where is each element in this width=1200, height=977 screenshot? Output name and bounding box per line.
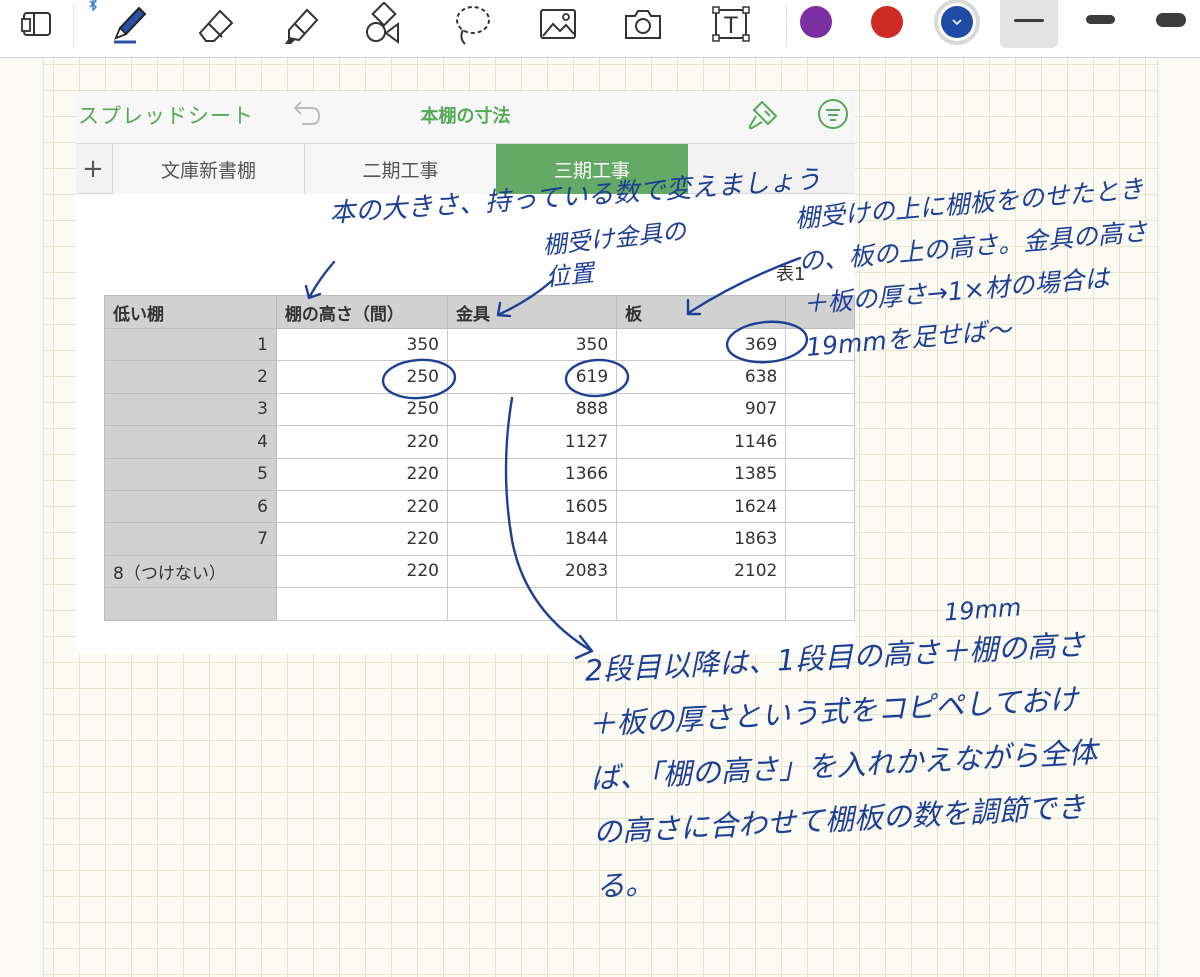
- thickness-thick[interactable]: [1156, 13, 1186, 27]
- row-header-cell[interactable]: 3: [104, 392, 277, 427]
- row-header-cell[interactable]: 5: [104, 457, 277, 491]
- table-cell[interactable]: 1146: [616, 425, 787, 459]
- column-header[interactable]: 低い棚: [104, 295, 277, 329]
- note-formula: 2段目以降は、1段目の高さ＋棚の高さ＋板の厚さという式をコピペしておけば、「棚の…: [583, 627, 1099, 904]
- table-row: 8（つけない） 220 2083 2102: [104, 554, 855, 589]
- table-row: 5 220 1366 1385: [104, 457, 855, 491]
- tab-nikikouji[interactable]: 二期工事: [304, 144, 496, 194]
- table-cell[interactable]: 1605: [446, 489, 618, 524]
- table-header-row: 低い棚 棚の高さ（間） 金具 板: [104, 295, 855, 329]
- table-cell[interactable]: [785, 554, 855, 589]
- row-header-cell[interactable]: 8（つけない）: [104, 554, 277, 589]
- spreadsheet-navbar: スプレッドシート 本棚の寸法: [76, 92, 855, 144]
- spreadsheet-screenshot[interactable]: スプレッドシート 本棚の寸法 + 文庫新書棚 二期工事 三期工事 表1 低い棚 …: [76, 92, 855, 654]
- color-swatch-blue[interactable]: [941, 6, 973, 38]
- row-header-cell[interactable]: 2: [104, 360, 277, 394]
- column-header[interactable]: 板: [616, 295, 787, 329]
- color-swatch-purple[interactable]: [800, 6, 832, 38]
- thickness-thin[interactable]: [1014, 19, 1044, 22]
- table-cell[interactable]: 220: [275, 457, 448, 491]
- table-cell[interactable]: 1624: [616, 489, 787, 524]
- highlighter-icon[interactable]: [275, 0, 325, 48]
- notebook-icon[interactable]: [14, 0, 60, 48]
- text-tool-icon[interactable]: T: [706, 0, 756, 48]
- column-header[interactable]: 金具: [446, 295, 618, 329]
- table-cell[interactable]: 2083: [446, 554, 618, 589]
- menu-icon[interactable]: [816, 97, 850, 135]
- table-row: 2 250 619 638: [104, 360, 855, 394]
- table-cell[interactable]: [446, 587, 618, 621]
- shapes-icon[interactable]: [360, 0, 410, 48]
- table-row: [104, 587, 855, 621]
- pen-icon[interactable]: [104, 0, 152, 48]
- table-cell[interactable]: 2102: [616, 554, 787, 589]
- table-row: 3 250 888 907: [104, 392, 855, 427]
- table-cell[interactable]: [785, 425, 855, 459]
- eraser-icon[interactable]: [190, 0, 240, 48]
- table-cell[interactable]: [785, 392, 855, 427]
- camera-icon[interactable]: [618, 0, 668, 48]
- table-cell[interactable]: 1844: [446, 522, 618, 556]
- table-cell[interactable]: 250: [275, 360, 448, 394]
- table-cell[interactable]: [785, 522, 855, 556]
- format-brush-icon[interactable]: [746, 98, 780, 136]
- chevron-down-icon: [941, 6, 973, 38]
- row-header-cell[interactable]: 4: [104, 425, 277, 459]
- bluetooth-icon: [86, 0, 100, 14]
- thickness-medium[interactable]: [1086, 15, 1115, 24]
- tab-sankikouji[interactable]: 三期工事: [496, 144, 688, 194]
- table-cell[interactable]: 350: [275, 327, 448, 362]
- table-cell[interactable]: 220: [275, 489, 448, 524]
- row-header-cell[interactable]: 7: [104, 522, 277, 556]
- table-cell[interactable]: 369: [616, 327, 787, 362]
- table-row: 7 220 1844 1863: [104, 522, 855, 556]
- table-cell[interactable]: [785, 489, 855, 524]
- tab-bunko-shinsho[interactable]: 文庫新書棚: [112, 144, 304, 194]
- table-row: 4 220 1127 1146: [104, 425, 855, 459]
- svg-text:T: T: [723, 14, 738, 39]
- table-cell[interactable]: [785, 587, 855, 621]
- table-cell[interactable]: [616, 587, 787, 621]
- table-row: 1 350 350 369: [104, 327, 855, 362]
- toolbar: T: [0, 0, 1200, 58]
- shelf-dimension-table: 低い棚 棚の高さ（間） 金具 板 1 350 350 369 2 250 619…: [104, 295, 855, 621]
- row-header-cell[interactable]: 6: [104, 489, 277, 524]
- table-row: 6 220 1605 1624: [104, 489, 855, 524]
- toolbar-divider: [73, 4, 74, 46]
- table-cell[interactable]: 1127: [446, 425, 618, 459]
- column-header[interactable]: 棚の高さ（間）: [275, 295, 448, 329]
- thickness-selected-bg: [1000, 0, 1058, 48]
- add-sheet-button[interactable]: +: [76, 144, 110, 194]
- table-cell[interactable]: 638: [616, 360, 787, 394]
- lasso-icon[interactable]: [447, 0, 497, 48]
- note-plank-top: 棚受けの上に棚板をのせたときの、板の上の高さ。金具の高さ＋板の厚さ→1×材の場合…: [793, 174, 1149, 362]
- table-cell[interactable]: 250: [275, 392, 448, 427]
- spreadsheet-title: 本棚の寸法: [420, 106, 511, 127]
- image-icon[interactable]: [533, 0, 583, 48]
- row-header-cell[interactable]: 1: [104, 327, 277, 362]
- table-cell[interactable]: 350: [446, 327, 618, 362]
- table-cell[interactable]: 907: [616, 392, 787, 427]
- table-cell[interactable]: 619: [446, 360, 618, 394]
- table-cell[interactable]: [275, 587, 448, 621]
- table-cell[interactable]: 888: [446, 392, 618, 427]
- table-cell[interactable]: 1366: [446, 457, 618, 491]
- row-header-cell[interactable]: [104, 587, 277, 621]
- color-swatch-red[interactable]: [871, 6, 903, 38]
- toolbar-divider: [786, 4, 787, 46]
- table-cell[interactable]: 1385: [616, 457, 787, 491]
- table-cell[interactable]: 220: [275, 522, 448, 556]
- table-cell[interactable]: [785, 457, 855, 491]
- table-cell[interactable]: 1863: [616, 522, 787, 556]
- table-cell[interactable]: 220: [275, 425, 448, 459]
- table-cell[interactable]: 220: [275, 554, 448, 589]
- sheet-tabs: + 文庫新書棚 二期工事 三期工事: [76, 144, 855, 194]
